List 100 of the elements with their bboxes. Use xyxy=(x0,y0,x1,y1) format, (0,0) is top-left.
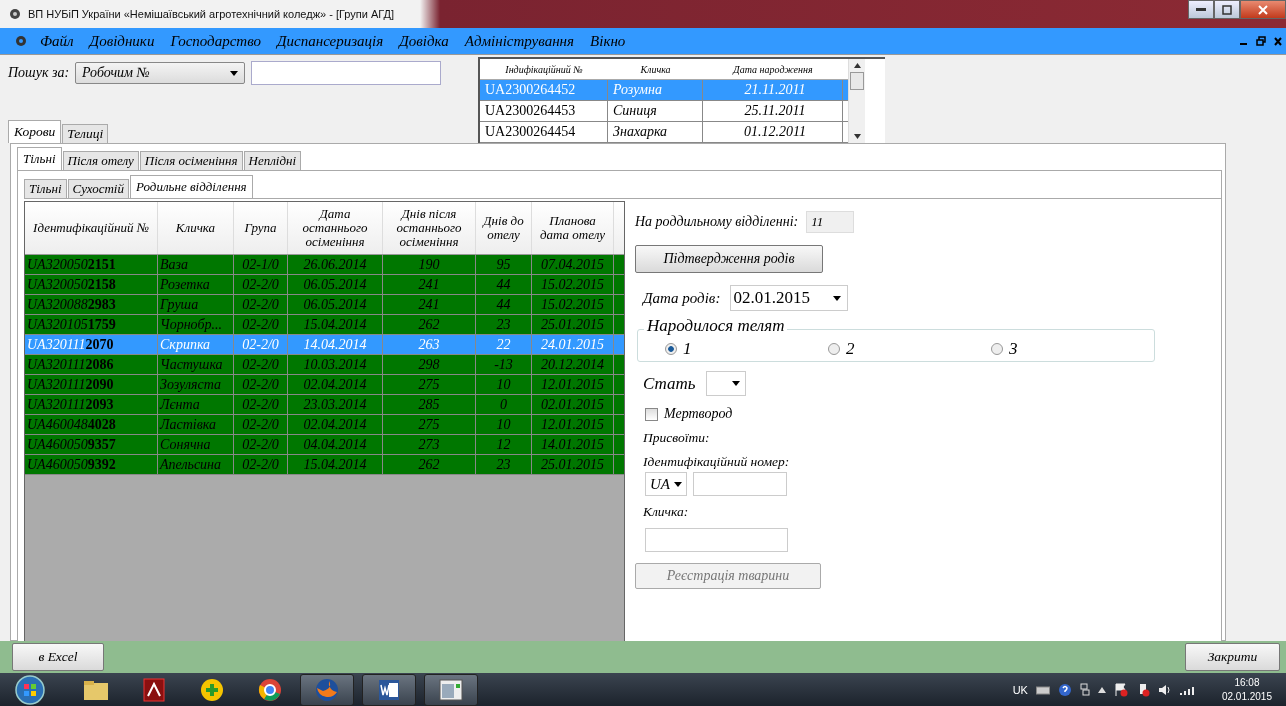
name-label: Кличка: xyxy=(643,504,689,520)
table-cell: 26.06.2014 xyxy=(288,255,383,274)
menu-item[interactable]: Довідка xyxy=(399,32,449,50)
restore-button[interactable] xyxy=(1214,0,1240,19)
column-header: Кличка xyxy=(639,63,672,75)
table-row[interactable]: UA3200502158 Розетка 02-2/0 06.05.2014 241 44 15.02.2015 xyxy=(25,275,624,295)
close-button[interactable] xyxy=(1240,0,1286,19)
table-cell: Апельсина xyxy=(158,455,234,474)
caret-icon[interactable] xyxy=(1097,687,1106,693)
table-cell: UA3200502151 xyxy=(25,255,158,274)
sex-dropdown[interactable] xyxy=(705,371,746,396)
table-cell: 10.03.2014 xyxy=(288,355,383,374)
tab[interactable]: Сухостій xyxy=(67,179,129,198)
tab[interactable]: Телиці xyxy=(62,124,109,143)
table-cell: Розетка xyxy=(158,275,234,294)
restore-icon[interactable] xyxy=(1256,36,1266,46)
table-cell: 285 xyxy=(383,395,476,414)
table-row[interactable]: UA4600509392 Апельсина 02-2/0 15.04.2014 262 23 25.01.2015 xyxy=(25,455,624,475)
tab[interactable]: Після осіменіння xyxy=(139,151,243,170)
table-row[interactable]: UA3201112070 Скрипка 02-2/0 14.04.2014 263 22 24.01.2015 xyxy=(25,335,624,355)
tab[interactable]: Неплідні xyxy=(243,151,302,170)
radio-icon[interactable] xyxy=(991,343,1003,355)
window-icon[interactable] xyxy=(424,674,478,706)
table-row[interactable]: UA3200882983 Груша 02-2/0 06.05.2014 241 44 15.02.2015 xyxy=(25,295,624,315)
table-cell: 25.01.2015 xyxy=(532,315,614,334)
radio-option[interactable]: 2 xyxy=(828,339,991,359)
table-cell: 262 xyxy=(383,315,476,334)
table-cell: 02-2/0 xyxy=(234,415,288,434)
menu-item[interactable]: Адміністрування xyxy=(464,32,575,50)
tab[interactable]: Тільні xyxy=(17,147,62,170)
search-field[interactable] xyxy=(251,61,442,85)
clock-time[interactable]: 16:08 xyxy=(1234,676,1260,690)
scroll-thumb[interactable] xyxy=(850,72,864,90)
prefix-dropdown[interactable]: UA xyxy=(645,472,687,496)
table-cell: 275 xyxy=(383,415,476,434)
table-row[interactable]: UA3201112090 Зозуляста 02-2/0 02.04.2014 275 10 12.01.2015 xyxy=(25,375,624,395)
speaker-icon[interactable] xyxy=(1157,684,1172,696)
radio-option[interactable]: 3 xyxy=(991,339,1154,359)
table-row[interactable]: UA3201112093 Лєнта 02-2/0 23.03.2014 285 0 02.01.2015 xyxy=(25,395,624,415)
stillborn-checkbox[interactable]: Мертвород xyxy=(645,406,733,422)
tab[interactable]: Родильне відділення xyxy=(130,175,253,198)
menu-item[interactable]: Довідники xyxy=(89,32,155,50)
scroll-down-icon[interactable] xyxy=(853,134,861,139)
tab[interactable]: Корови xyxy=(8,120,62,143)
search-label: Пошук за: xyxy=(8,65,70,81)
table-cell: Ваза xyxy=(158,255,234,274)
table-cell: UA3201112093 xyxy=(25,395,158,414)
signal-icon[interactable] xyxy=(1179,685,1194,695)
table-cell: 02.01.2015 xyxy=(532,395,614,414)
table-row[interactable]: UA2300264453 Синиця 25.11.2011 xyxy=(480,101,848,122)
tab[interactable]: Після отелу xyxy=(62,151,139,170)
scrollbar[interactable] xyxy=(848,59,865,143)
help-icon[interactable] xyxy=(1057,683,1072,697)
menu-item[interactable]: Господарство xyxy=(170,32,261,50)
table-row[interactable]: UA3200502151 Ваза 02-1/0 26.06.2014 190 95 07.04.2015 xyxy=(25,255,624,275)
table-cell: 15.04.2014 xyxy=(288,455,383,474)
clock-date[interactable]: 02.01.2015 xyxy=(1221,690,1272,704)
radio-icon[interactable] xyxy=(665,343,677,355)
caret-icon xyxy=(674,481,682,487)
table-cell: 06.05.2014 xyxy=(288,295,383,314)
id-field[interactable] xyxy=(693,472,787,496)
table-row[interactable]: UA4600509357 Сонячна 02-2/0 04.04.2014 273 12 14.01.2015 xyxy=(25,435,624,455)
menu-item[interactable]: Вікно xyxy=(590,32,626,50)
menu-item[interactable]: Файл xyxy=(40,32,74,50)
close-icon[interactable] xyxy=(1274,36,1282,46)
minimize-button[interactable] xyxy=(1188,0,1214,19)
table-cell: 07.04.2015 xyxy=(532,255,614,274)
table-cell: 25.01.2015 xyxy=(532,455,614,474)
radio-icon[interactable] xyxy=(828,343,840,355)
globe-icon[interactable] xyxy=(300,674,354,706)
table-cell: 02.04.2014 xyxy=(288,375,383,394)
close-window-button[interactable]: Закрити xyxy=(1185,643,1280,671)
confirm-button[interactable]: Підтвердження родів xyxy=(635,245,823,273)
export-button[interactable]: в Excel xyxy=(12,643,104,671)
start-button[interactable] xyxy=(14,674,46,706)
table-cell: 02.04.2014 xyxy=(288,415,383,434)
table-cell: -13 xyxy=(476,355,532,374)
date-label: Дата родів: xyxy=(643,289,721,307)
table-cell: 02-2/0 xyxy=(234,275,288,294)
menu-item[interactable]: Диспансеризація xyxy=(277,32,384,50)
radio-option[interactable]: 1 xyxy=(665,339,828,359)
name-field[interactable] xyxy=(645,528,788,552)
table-row[interactable]: UA3201112086 Частушка 02-2/0 10.03.2014 298 -13 20.12.2014 xyxy=(25,355,624,375)
column-header: Днів до отелу xyxy=(476,202,532,254)
table-row[interactable]: UA3201051759 Чорнобр... 02-2/0 15.04.2014 262 23 25.01.2015 xyxy=(25,315,624,335)
language-indicator[interactable]: UK xyxy=(1012,684,1028,696)
column-header: Група xyxy=(234,202,288,254)
scroll-up-icon[interactable] xyxy=(853,63,861,68)
table-row[interactable]: UA4600484028 Ластівка 02-2/0 02.04.2014 275 10 12.01.2015 xyxy=(25,415,624,435)
word-processor-icon[interactable] xyxy=(362,674,416,706)
table-cell: UA3201051759 xyxy=(25,315,158,334)
table-cell: Скрипка xyxy=(158,335,234,354)
table-cell: 275 xyxy=(383,375,476,394)
table-cell: UA3201112086 xyxy=(25,355,158,374)
table-cell: 25.11.2011 xyxy=(703,101,843,121)
date-picker[interactable]: 02.01.2015 xyxy=(730,285,849,311)
search-by-dropdown[interactable]: Робочим № xyxy=(75,62,246,84)
tab[interactable]: Тільні xyxy=(24,179,67,198)
flag-icon[interactable] xyxy=(1113,683,1128,697)
table-cell: 12 xyxy=(476,435,532,454)
